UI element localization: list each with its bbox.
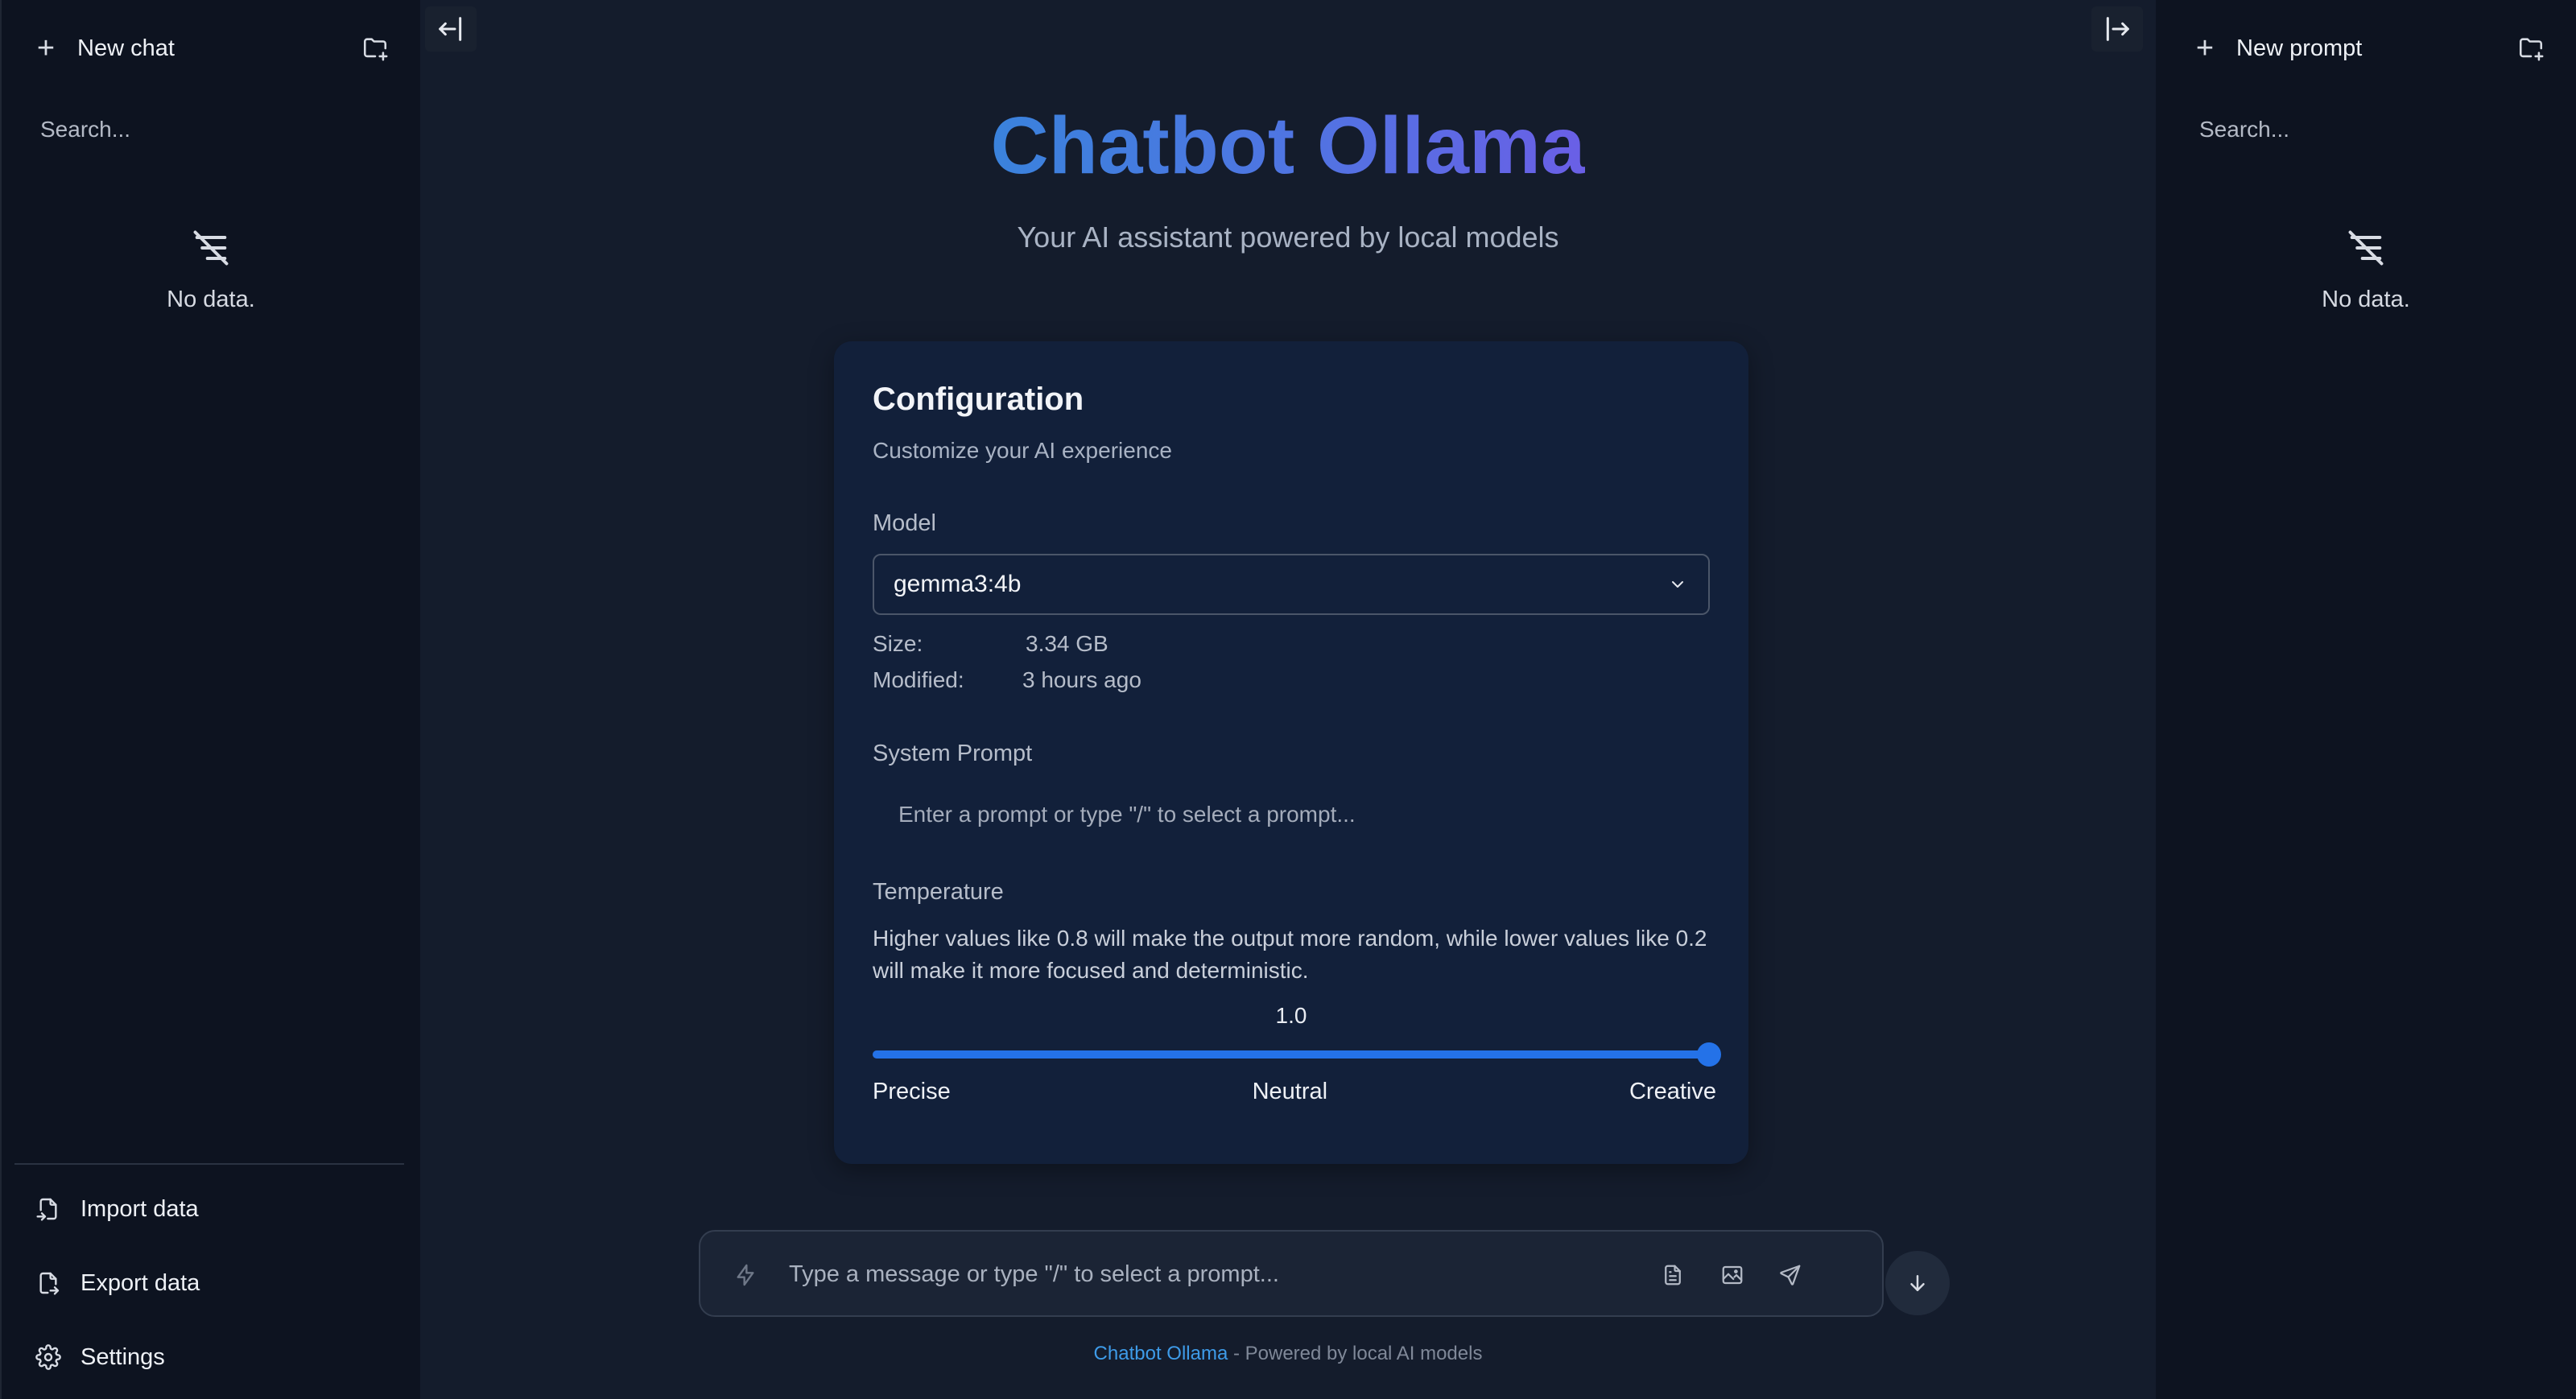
collapse-left-sidebar-button[interactable]: [425, 6, 477, 52]
new-chat-button[interactable]: + New chat: [32, 33, 175, 64]
slider-fill: [873, 1050, 1710, 1059]
left-sidebar-header: + New chat: [32, 29, 391, 68]
model-label: Model: [873, 510, 936, 536]
message-input[interactable]: [789, 1254, 1594, 1294]
footer: Chatbot Ollama - Powered by local AI mod…: [420, 1343, 2156, 1365]
bolt-icon[interactable]: [733, 1262, 758, 1288]
collapse-right-sidebar-button[interactable]: [2091, 6, 2143, 52]
app-subtitle: Your AI assistant powered by local model…: [1017, 221, 1559, 254]
arrow-right-from-bar-icon: [2106, 17, 2129, 41]
new-prompt-button[interactable]: + New prompt: [2191, 33, 2362, 64]
right-sidebar: + New prompt No data.: [2156, 0, 2576, 1399]
app-title: Chatbot Ollama: [990, 101, 1586, 191]
chat-search-input[interactable]: [40, 113, 391, 147]
filter-off-icon: [193, 230, 229, 266]
right-sidebar-header: + New prompt: [2191, 29, 2547, 68]
chevron-down-icon: [1668, 574, 1689, 595]
new-prompt-label: New prompt: [2236, 35, 2363, 61]
filter-off-icon: [2348, 230, 2384, 266]
size-value: 3.34 GB: [1026, 631, 1108, 656]
slider-labels: Precise Neutral Creative: [873, 1079, 1716, 1105]
import-data-label: Import data: [80, 1195, 199, 1222]
empty-text: No data.: [2322, 287, 2410, 312]
folder-plus-icon: [363, 38, 388, 61]
temperature-slider[interactable]: [873, 1042, 1721, 1067]
new-chat-label: New chat: [77, 35, 175, 61]
folder-plus-icon: [2519, 38, 2544, 61]
chat-list-empty: No data.: [2, 227, 420, 313]
model-size-row: Size: 3.34 GB: [873, 631, 1108, 657]
settings-label: Settings: [80, 1343, 165, 1370]
modified-label: Modified:: [873, 667, 964, 692]
plus-icon: +: [36, 31, 56, 65]
slider-label-neutral: Neutral: [1252, 1079, 1328, 1104]
import-data-button[interactable]: Import data: [34, 1195, 199, 1224]
attach-document-button[interactable]: [1657, 1259, 1689, 1291]
settings-button[interactable]: Settings: [34, 1343, 165, 1372]
config-title: Configuration: [873, 382, 1084, 417]
modified-value: 3 hours ago: [1022, 667, 1141, 692]
footer-tagline: - Powered by local AI models: [1228, 1343, 1483, 1364]
temperature-description: Higher values like 0.8 will make the out…: [873, 926, 1707, 983]
sidebar-divider: [14, 1163, 404, 1165]
gear-icon: [34, 1343, 63, 1372]
system-prompt-label: System Prompt: [873, 741, 1033, 766]
plus-icon: +: [2195, 31, 2215, 65]
file-export-icon: [34, 1269, 63, 1298]
prompt-list-empty: No data.: [2156, 227, 2576, 313]
export-data-label: Export data: [80, 1269, 200, 1296]
scroll-down-button[interactable]: [1885, 1251, 1950, 1315]
attach-image-button[interactable]: [1716, 1259, 1748, 1291]
system-prompt-input[interactable]: [873, 789, 1710, 840]
send-icon: [1780, 1265, 1801, 1286]
config-subtitle: Customize your AI experience: [873, 438, 1172, 463]
image-icon: [1722, 1265, 1743, 1285]
left-sidebar: + New chat No data. Import data Export d…: [0, 0, 420, 1399]
new-folder-button[interactable]: [359, 32, 391, 64]
temperature-value: 1.0: [1275, 1003, 1307, 1028]
slider-label-precise: Precise: [873, 1079, 951, 1104]
model-select[interactable]: gemma3:4b: [873, 554, 1710, 615]
prompt-search-input[interactable]: [2199, 113, 2547, 147]
configuration-card: Configuration Customize your AI experien…: [834, 341, 1748, 1164]
slider-thumb[interactable]: [1697, 1042, 1721, 1067]
model-select-value: gemma3:4b: [894, 571, 1022, 597]
file-import-icon: [34, 1195, 63, 1224]
document-icon: [1665, 1265, 1681, 1286]
send-button[interactable]: [1774, 1259, 1806, 1291]
size-label: Size:: [873, 631, 923, 656]
arrow-left-to-bar-icon: [439, 17, 462, 41]
export-data-button[interactable]: Export data: [34, 1269, 200, 1298]
new-prompt-folder-button[interactable]: [2515, 32, 2547, 64]
slider-label-creative: Creative: [1629, 1079, 1716, 1104]
model-modified-row: Modified: 3 hours ago: [873, 667, 1141, 693]
main-area: Chatbot Ollama Your AI assistant powered…: [420, 0, 2156, 1399]
arrow-down-icon: [1910, 1275, 1925, 1291]
temperature-label: Temperature: [873, 879, 1004, 905]
footer-brand-link[interactable]: Chatbot Ollama: [1094, 1343, 1228, 1364]
empty-text: No data.: [167, 287, 255, 312]
message-composer: [699, 1230, 1884, 1317]
